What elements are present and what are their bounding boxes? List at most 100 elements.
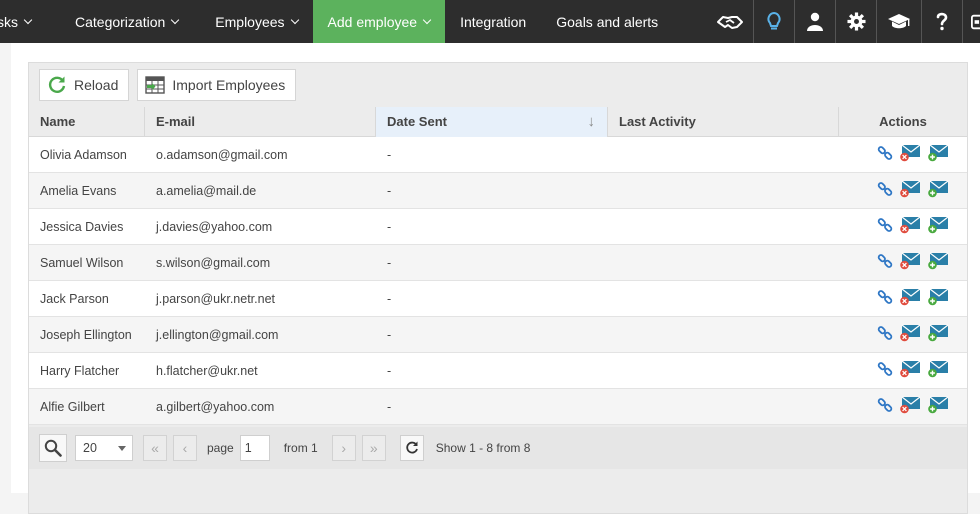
table-row[interactable]: Harry Flatcher h.flatcher@ukr.net -	[29, 353, 967, 389]
next-page-button[interactable]: ›	[331, 435, 356, 461]
invite-link-icon[interactable]	[877, 361, 893, 380]
send-invitation-icon[interactable]	[927, 360, 949, 381]
cell-email: j.ellington@gmail.com	[156, 327, 279, 342]
table-row[interactable]: Jessica Davies j.davies@yahoo.com -	[29, 209, 967, 245]
help-icon[interactable]	[921, 0, 962, 43]
cell-name: Alfie Gilbert	[40, 399, 105, 414]
send-invitation-icon[interactable]	[927, 288, 949, 309]
nav-item-label: sks	[0, 13, 18, 30]
top-navigation: sks Categorization Employees Add employe…	[0, 0, 980, 43]
cancel-invitation-icon[interactable]	[899, 288, 921, 309]
cancel-invitation-icon[interactable]	[899, 252, 921, 273]
reload-label: Reload	[74, 77, 119, 93]
cell-actions	[839, 389, 967, 424]
table-row[interactable]: Olivia Adamson o.adamson@gmail.com -	[29, 137, 967, 173]
cell-actions	[839, 245, 967, 280]
chevron-down-icon	[23, 15, 33, 24]
cancel-invitation-icon[interactable]	[899, 396, 921, 417]
table-row[interactable]: Alfie Gilbert a.gilbert@yahoo.com -	[29, 389, 967, 425]
cell-email: j.parson@ukr.netr.net	[156, 291, 276, 306]
lightbulb-icon[interactable]	[753, 0, 794, 43]
refresh-button[interactable]	[399, 435, 424, 461]
column-header-actions: Actions	[879, 114, 927, 129]
cell-email: s.wilson@gmail.com	[156, 255, 271, 270]
cell-last-activity	[608, 137, 839, 172]
invite-link-icon[interactable]	[877, 145, 893, 164]
cell-date-sent: -	[387, 363, 392, 378]
user-icon[interactable]	[794, 0, 835, 43]
nav-item-label: Integration	[460, 13, 527, 30]
nav-item-employees[interactable]: Employees	[193, 0, 312, 43]
cell-last-activity	[608, 389, 839, 424]
cell-name: Amelia Evans	[40, 183, 117, 198]
last-page-button[interactable]: »	[361, 435, 386, 461]
column-header-email[interactable]: E-mail	[145, 106, 376, 137]
cell-last-activity	[608, 281, 839, 316]
first-page-button[interactable]: «	[143, 435, 167, 461]
send-invitation-icon[interactable]	[927, 396, 949, 417]
cancel-invitation-icon[interactable]	[899, 324, 921, 345]
cell-date-sent: -	[387, 219, 392, 234]
table-row[interactable]: Amelia Evans a.amelia@mail.de -	[29, 173, 967, 209]
pagination-bar: 20 « ‹ page 1 from 1 › » Show 1 - 8 from…	[29, 427, 967, 469]
nav-item-categorization[interactable]: Categorization	[46, 0, 193, 43]
invite-link-icon[interactable]	[877, 253, 893, 272]
invite-link-icon[interactable]	[877, 217, 893, 236]
previous-page-button[interactable]: ‹	[173, 435, 197, 461]
cancel-invitation-icon[interactable]	[899, 180, 921, 201]
nav-item-goals-and-alerts[interactable]: Goals and alerts	[541, 0, 673, 43]
cell-date-sent: -	[387, 399, 392, 414]
send-invitation-icon[interactable]	[927, 180, 949, 201]
invite-link-icon[interactable]	[877, 181, 893, 200]
graduation-cap-icon[interactable]	[876, 0, 921, 43]
reload-icon	[48, 76, 66, 93]
send-invitation-icon[interactable]	[927, 324, 949, 345]
table-row[interactable]: Jack Parson j.parson@ukr.netr.net -	[29, 281, 967, 317]
records-summary: Show 1 - 8 from 8	[435, 441, 531, 455]
page-label: page	[207, 441, 234, 455]
cell-email: a.amelia@mail.de	[156, 183, 257, 198]
employees-grid-panel: Reload Import Employees Name E-mail Date…	[28, 62, 968, 514]
table-row[interactable]: Joseph Ellington j.ellington@gmail.com -	[29, 317, 967, 353]
chevron-down-icon	[171, 15, 180, 24]
cell-last-activity	[608, 173, 839, 208]
magnifier-icon	[44, 439, 62, 457]
page-number-input[interactable]: 1	[239, 435, 270, 461]
cell-date-sent: -	[387, 147, 392, 162]
handshake-icon[interactable]	[707, 0, 753, 43]
column-header-last-activity[interactable]: Last Activity	[608, 106, 839, 137]
content-frame: Reload Import Employees Name E-mail Date…	[11, 43, 980, 514]
cell-email: j.davies@yahoo.com	[156, 219, 273, 234]
cancel-invitation-icon[interactable]	[899, 216, 921, 237]
refresh-icon	[406, 441, 418, 454]
nav-item-label: Categorization	[75, 13, 166, 30]
invite-link-icon[interactable]	[877, 325, 893, 344]
import-table-icon	[145, 76, 166, 94]
grid-toolbar: Reload Import Employees	[39, 69, 297, 101]
cell-actions	[839, 281, 967, 316]
column-header-name[interactable]: Name	[29, 106, 145, 137]
column-header-date-sent[interactable]: Date Sent ↓	[376, 106, 608, 137]
logout-icon[interactable]	[962, 0, 980, 43]
page-size-select[interactable]: 20	[75, 435, 133, 461]
cancel-invitation-icon[interactable]	[899, 144, 921, 165]
cell-date-sent: -	[387, 291, 392, 306]
nav-item-add-employee[interactable]: Add employee	[312, 0, 446, 43]
send-invitation-icon[interactable]	[927, 144, 949, 165]
send-invitation-icon[interactable]	[927, 252, 949, 273]
invite-link-icon[interactable]	[877, 289, 893, 308]
import-employees-button[interactable]: Import Employees	[137, 69, 297, 101]
nav-item-integration[interactable]: Integration	[445, 0, 541, 43]
invite-link-icon[interactable]	[877, 397, 893, 416]
nav-item-tasks[interactable]: sks	[0, 0, 46, 43]
search-button[interactable]	[39, 434, 67, 462]
send-invitation-icon[interactable]	[927, 216, 949, 237]
cell-last-activity	[608, 245, 839, 280]
cancel-invitation-icon[interactable]	[899, 360, 921, 381]
table-row[interactable]: Samuel Wilson s.wilson@gmail.com -	[29, 245, 967, 281]
cell-name: Samuel Wilson	[40, 255, 124, 270]
cell-date-sent: -	[387, 183, 392, 198]
gear-icon[interactable]	[835, 0, 876, 43]
reload-button[interactable]: Reload	[39, 69, 130, 101]
cell-email: h.flatcher@ukr.net	[156, 363, 258, 378]
